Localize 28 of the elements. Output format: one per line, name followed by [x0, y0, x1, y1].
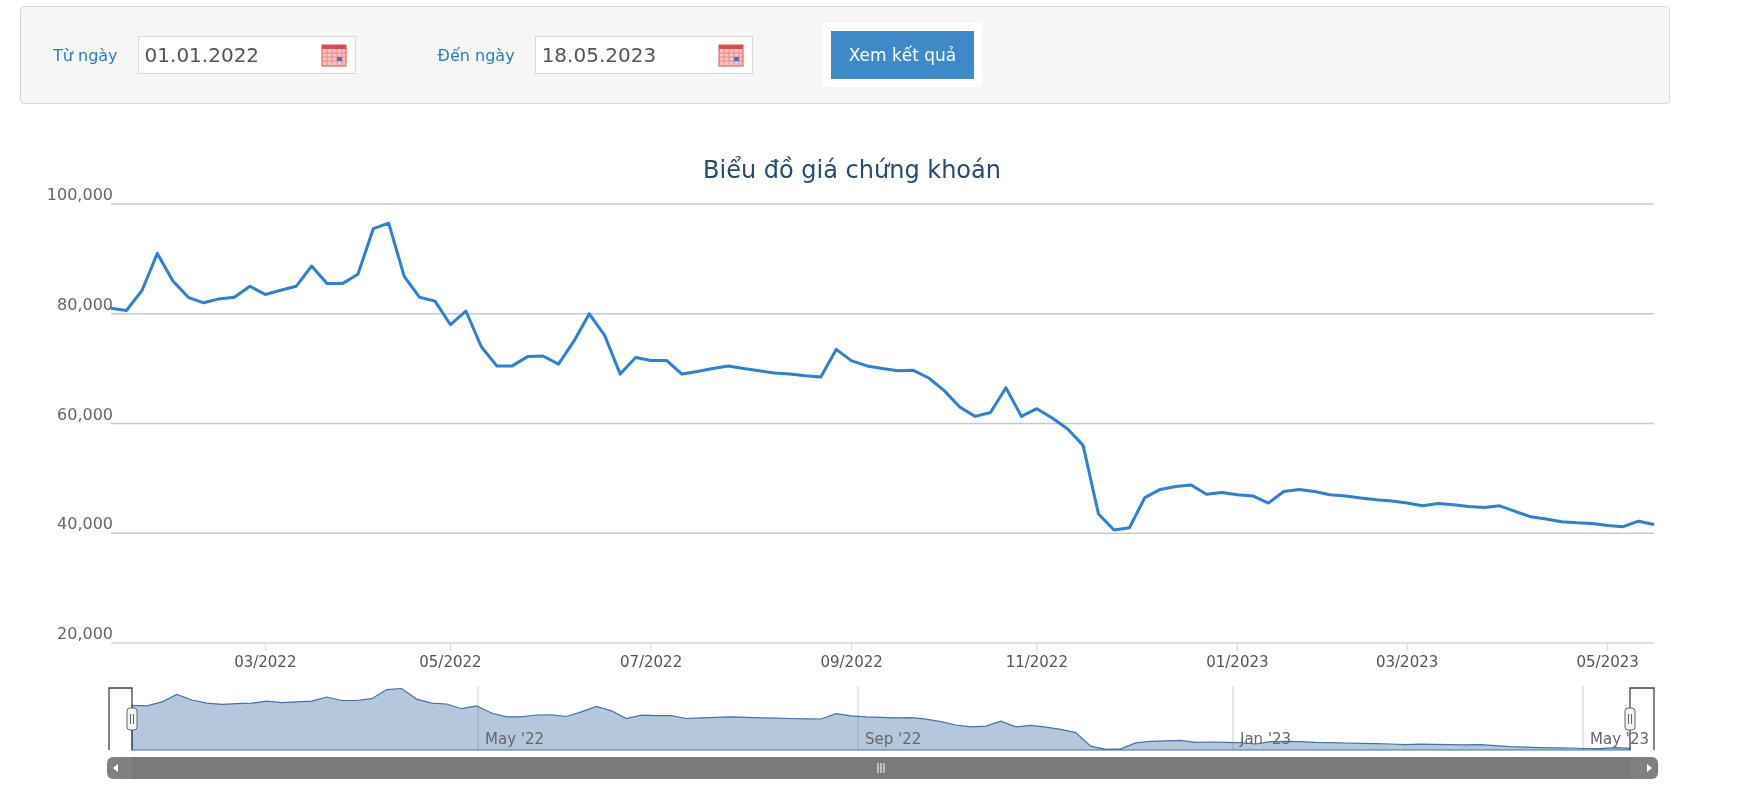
navigator-label: May '22 [485, 730, 544, 748]
calendar-icon[interactable] [320, 43, 347, 67]
arrow-right-icon[interactable] [1647, 764, 1652, 772]
axis-label: 80,000 [57, 294, 113, 314]
axis-label: 11/2022 [1005, 653, 1068, 671]
submit-button[interactable]: Xem kết quả [830, 31, 975, 79]
axis-label: 40,000 [57, 514, 113, 534]
axis-label: 100,000 [46, 185, 113, 204]
chart-title: Biểu đồ giá chứng khoán [703, 156, 1001, 184]
handle-icon[interactable] [1624, 707, 1636, 731]
axis-label: 03/2022 [234, 653, 297, 671]
axis-label: 09/2022 [820, 653, 883, 671]
handle-icon[interactable] [126, 707, 138, 731]
to-date-field[interactable]: 18.05.2023 [534, 36, 753, 74]
axis-label: 03/2023 [1375, 653, 1439, 671]
axis-label: 01/2023 [1206, 653, 1269, 671]
to-date-label: Đến ngày [437, 45, 515, 65]
axis-label: 05/2023 [1576, 653, 1639, 671]
from-date-label: Từ ngày [53, 45, 118, 65]
navigator-label: Sep '22 [865, 730, 922, 748]
arrow-left-icon[interactable] [113, 764, 118, 772]
axis-label: 20,000 [57, 624, 113, 643]
scrollbar[interactable] [107, 757, 1658, 779]
from-date-field[interactable]: 01.01.2022 [137, 36, 356, 74]
axis-label: 05/2022 [419, 653, 482, 671]
calendar-icon[interactable] [717, 43, 744, 67]
axis-label: 60,000 [57, 404, 113, 424]
axis-label: 07/2022 [619, 653, 683, 671]
